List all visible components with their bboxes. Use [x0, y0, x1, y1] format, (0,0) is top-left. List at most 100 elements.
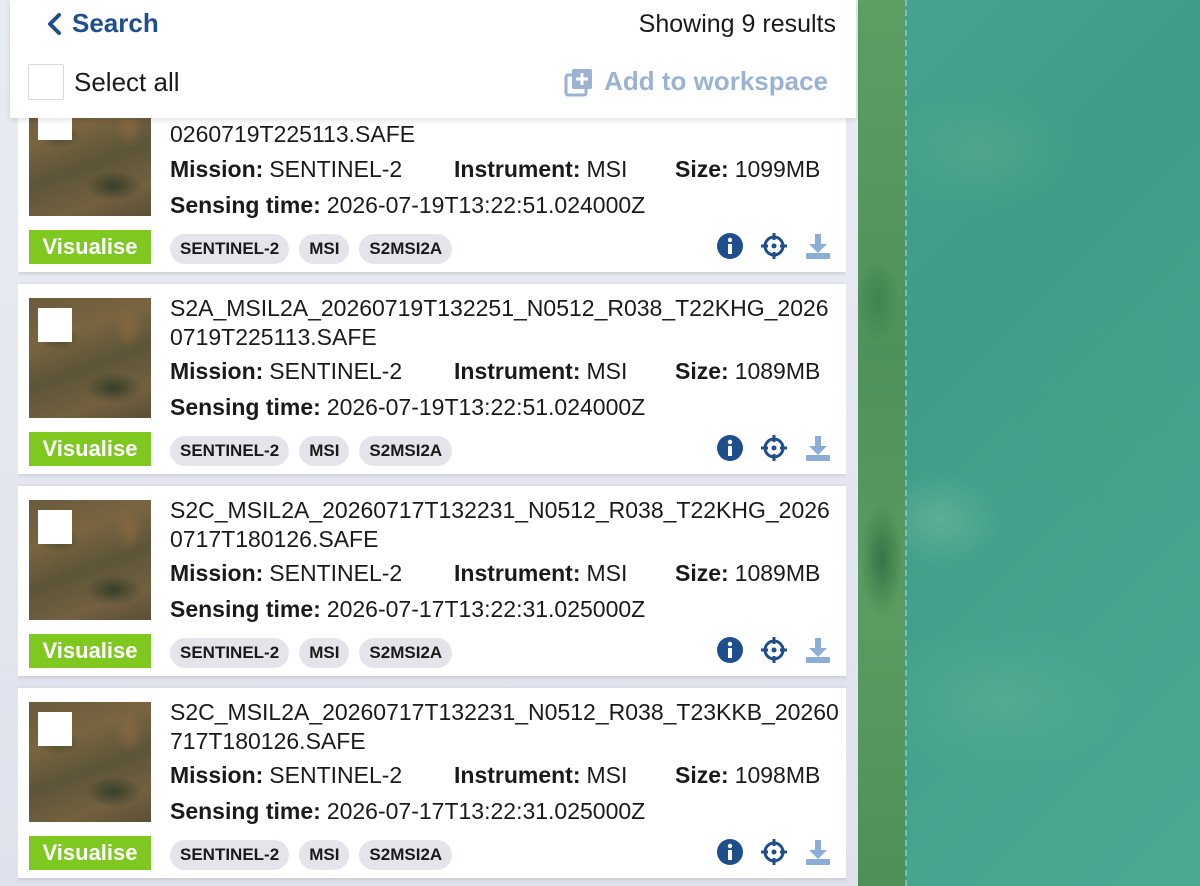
mission-value: SENTINEL-2	[269, 156, 403, 182]
result-thumbnail[interactable]	[29, 298, 151, 418]
card-actions	[716, 434, 832, 462]
size-value: 1089MB	[734, 560, 821, 586]
instrument-value: MSI	[586, 156, 628, 182]
add-layer-icon	[564, 68, 593, 96]
result-meta-row: Mission: SENTINEL-2	[170, 156, 402, 183]
results-list[interactable]: 0260719T225113.SAFE Mission: SENTINEL-2 I…	[18, 0, 846, 886]
result-title: 0260719T225113.SAFE	[170, 121, 416, 147]
back-label: Search	[72, 8, 159, 38]
sensing-time-label: Sensing time:	[170, 596, 321, 622]
download-icon[interactable]	[804, 232, 832, 260]
select-all-checkbox[interactable]	[28, 64, 64, 100]
map-footprint-edge	[905, 0, 907, 886]
crosshair-icon[interactable]	[760, 636, 788, 664]
result-card: S2C_MSIL2A_20260717T132231_N0512_R038_T2…	[18, 688, 846, 878]
size-label: Size:	[675, 156, 729, 182]
map-imagery-strip[interactable]	[858, 0, 906, 886]
size-label: Size:	[675, 560, 729, 586]
instrument-value: MSI	[586, 358, 628, 384]
chevron-left-icon	[48, 12, 61, 35]
visualise-button[interactable]: Visualise	[29, 836, 151, 870]
mission-value: SENTINEL-2	[269, 560, 403, 586]
mission-value: SENTINEL-2	[269, 762, 403, 788]
info-icon[interactable]	[716, 232, 744, 260]
card-actions	[716, 838, 832, 866]
mission-label: Mission:	[170, 560, 264, 586]
mission-label: Mission:	[170, 156, 264, 182]
visualise-button[interactable]: Visualise	[29, 230, 151, 264]
tag: S2MSI2A	[359, 436, 453, 466]
result-thumbnail[interactable]	[29, 500, 151, 620]
instrument-label: Instrument:	[454, 762, 581, 788]
mission-row: Mission: SENTINEL-2	[170, 762, 402, 789]
sensing-time-row: Sensing time: 2026-07-19T13:22:51.024000Z	[170, 192, 645, 219]
sensing-time-label: Sensing time:	[170, 798, 321, 824]
tag: MSI	[299, 638, 350, 668]
tag: MSI	[299, 840, 350, 870]
card-actions	[716, 636, 832, 664]
back-to-search-link[interactable]: Search	[46, 8, 159, 39]
sensing-time-row: Sensing time: 2026-07-19T13:22:51.024000Z	[170, 394, 645, 421]
result-title: S2C_MSIL2A_20260717T132231_N0512_R038_T2…	[170, 497, 830, 552]
mission-value: SENTINEL-2	[269, 358, 403, 384]
instrument-label: Instrument:	[454, 156, 581, 182]
instrument-row: Instrument: MSI	[454, 358, 627, 385]
visualise-button[interactable]: Visualise	[29, 634, 151, 668]
sensing-time-value: 2026-07-19T13:22:51.024000Z	[326, 394, 646, 420]
instrument-value: MSI	[586, 762, 628, 788]
result-card: S2C_MSIL2A_20260717T132231_N0512_R038_T2…	[18, 486, 846, 676]
select-all-label: Select all	[74, 66, 180, 97]
download-icon[interactable]	[804, 434, 832, 462]
add-to-workspace-button[interactable]: Add to workspace	[564, 66, 828, 97]
tag: S2MSI2A	[359, 638, 453, 668]
mission-label: Mission:	[170, 358, 264, 384]
results-header: Search Showing 9 results Select all Add …	[10, 0, 856, 118]
result-card: S2A_MSIL2A_20260719T132251_N0512_R038_T2…	[18, 284, 846, 474]
instrument-value: MSI	[586, 560, 628, 586]
size-label: Size:	[675, 358, 729, 384]
download-icon[interactable]	[804, 838, 832, 866]
info-icon[interactable]	[716, 838, 744, 866]
info-icon[interactable]	[716, 434, 744, 462]
size-row: Size: 1089MB	[675, 358, 820, 385]
size-row: Size: 1098MB	[675, 762, 820, 789]
size-row: Size: 1099MB	[675, 156, 820, 183]
size-value: 1099MB	[734, 156, 821, 182]
result-title: S2C_MSIL2A_20260717T132231_N0512_R038_T2…	[170, 699, 839, 754]
mission-row: Mission: SENTINEL-2	[170, 560, 402, 587]
tag: SENTINEL-2	[170, 436, 290, 466]
crosshair-icon[interactable]	[760, 434, 788, 462]
tag: MSI	[299, 436, 350, 466]
instrument-row: Instrument: MSI	[454, 560, 627, 587]
tag: SENTINEL-2	[170, 638, 290, 668]
tag-list: SENTINEL-2 MSI S2MSI2A	[170, 840, 453, 870]
size-value: 1098MB	[734, 762, 821, 788]
tag: SENTINEL-2	[170, 234, 290, 264]
instrument-row: Instrument: MSI	[454, 762, 627, 789]
size-label: Size:	[675, 762, 729, 788]
crosshair-icon[interactable]	[760, 232, 788, 260]
crosshair-icon[interactable]	[760, 838, 788, 866]
instrument-row: Instrument: MSI	[454, 156, 627, 183]
download-icon[interactable]	[804, 636, 832, 664]
tag: MSI	[299, 234, 350, 264]
size-row: Size: 1089MB	[675, 560, 820, 587]
visualise-button[interactable]: Visualise	[29, 432, 151, 466]
instrument-label: Instrument:	[454, 560, 581, 586]
result-title: S2A_MSIL2A_20260719T132251_N0512_R038_T2…	[170, 295, 829, 350]
sensing-time-label: Sensing time:	[170, 192, 321, 218]
size-value: 1089MB	[734, 358, 821, 384]
info-icon[interactable]	[716, 636, 744, 664]
tag: SENTINEL-2	[170, 840, 290, 870]
tag: S2MSI2A	[359, 234, 453, 264]
result-checkbox[interactable]	[38, 510, 72, 544]
result-checkbox[interactable]	[38, 308, 72, 342]
tag: S2MSI2A	[359, 840, 453, 870]
result-thumbnail[interactable]	[29, 702, 151, 822]
results-count: Showing 9 results	[638, 10, 836, 38]
select-all[interactable]: Select all	[28, 64, 180, 100]
mission-row: Mission: SENTINEL-2	[170, 358, 402, 385]
result-checkbox[interactable]	[38, 712, 72, 746]
instrument-label: Instrument:	[454, 358, 581, 384]
tag-list: SENTINEL-2 MSI S2MSI2A	[170, 234, 453, 264]
